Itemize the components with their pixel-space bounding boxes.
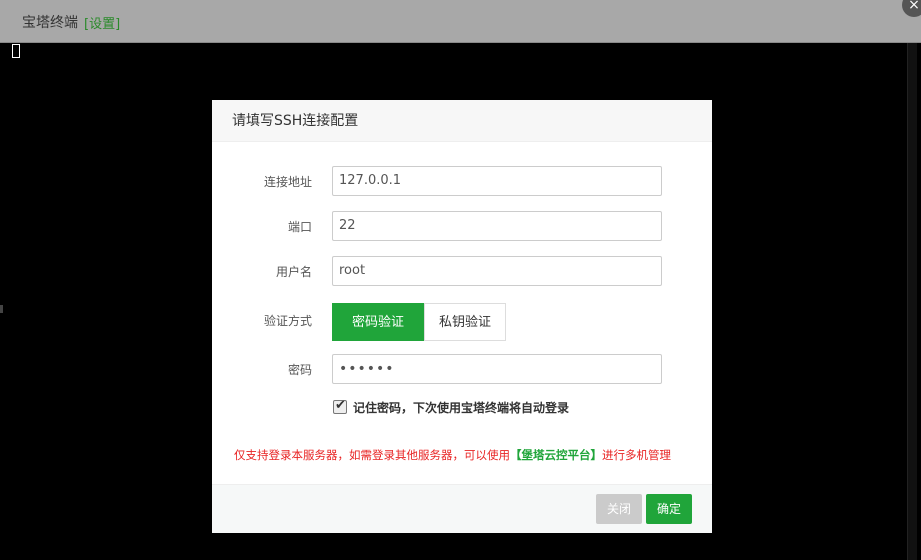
scrollbar-thumb[interactable]: [907, 43, 917, 560]
address-input[interactable]: 127.0.0.1: [332, 166, 662, 196]
settings-link[interactable]: [设置]: [84, 13, 120, 32]
password-label: 密码: [287, 363, 312, 377]
confirm-button[interactable]: 确定: [646, 494, 692, 524]
dialog-title: 请填写SSH连接配置: [212, 100, 712, 142]
password-row: 密码 ••••••: [212, 354, 712, 386]
left-edge-marker: [0, 305, 3, 313]
close-button[interactable]: 关闭: [596, 494, 642, 524]
auth-method-row: 验证方式 密码验证 私钥验证: [212, 303, 712, 341]
username-label: 用户名: [275, 265, 312, 279]
password-input[interactable]: ••••••: [332, 354, 662, 384]
username-row: 用户名 root: [212, 256, 712, 288]
address-label: 连接地址: [263, 175, 312, 189]
notice-text: 仅支持登录本服务器，如需登录其他服务器，可以使用【堡塔云控平台】进行多机管理: [234, 447, 704, 463]
port-row: 端口 22: [212, 211, 712, 243]
remember-checkbox[interactable]: ✔: [333, 398, 347, 414]
notice-prefix: 仅支持登录本服务器，如需登录其他服务器，可以使用: [234, 448, 510, 462]
window-title: 宝塔终端: [22, 15, 78, 31]
port-input[interactable]: 22: [332, 211, 662, 241]
address-row: 连接地址 127.0.0.1: [212, 166, 712, 198]
username-input[interactable]: root: [332, 256, 662, 286]
terminal-cursor: [12, 44, 20, 58]
key-auth-button[interactable]: 私钥验证: [424, 303, 506, 341]
dialog-footer: 关闭 确定: [212, 484, 712, 533]
ssh-config-dialog: 请填写SSH连接配置 连接地址 127.0.0.1 端口 22 用户名 root…: [212, 100, 712, 533]
port-label: 端口: [287, 220, 312, 234]
title-bar: 宝塔终端 [设置]: [0, 0, 921, 43]
notice-suffix: 进行多机管理: [602, 448, 671, 462]
terminal-window: 宝塔终端 [设置] × 请填写SSH连接配置 连接地址 127.0.0.1 端口…: [0, 0, 921, 560]
remember-label: 记住密码，下次使用宝塔终端将自动登录: [353, 401, 570, 415]
checkmark-icon: ✔: [335, 398, 346, 413]
password-auth-button[interactable]: 密码验证: [332, 303, 424, 341]
terminal-scrollbar[interactable]: [903, 43, 921, 560]
auth-method-label: 验证方式: [263, 314, 312, 328]
cloud-platform-link[interactable]: 【堡塔云控平台】: [510, 448, 602, 462]
